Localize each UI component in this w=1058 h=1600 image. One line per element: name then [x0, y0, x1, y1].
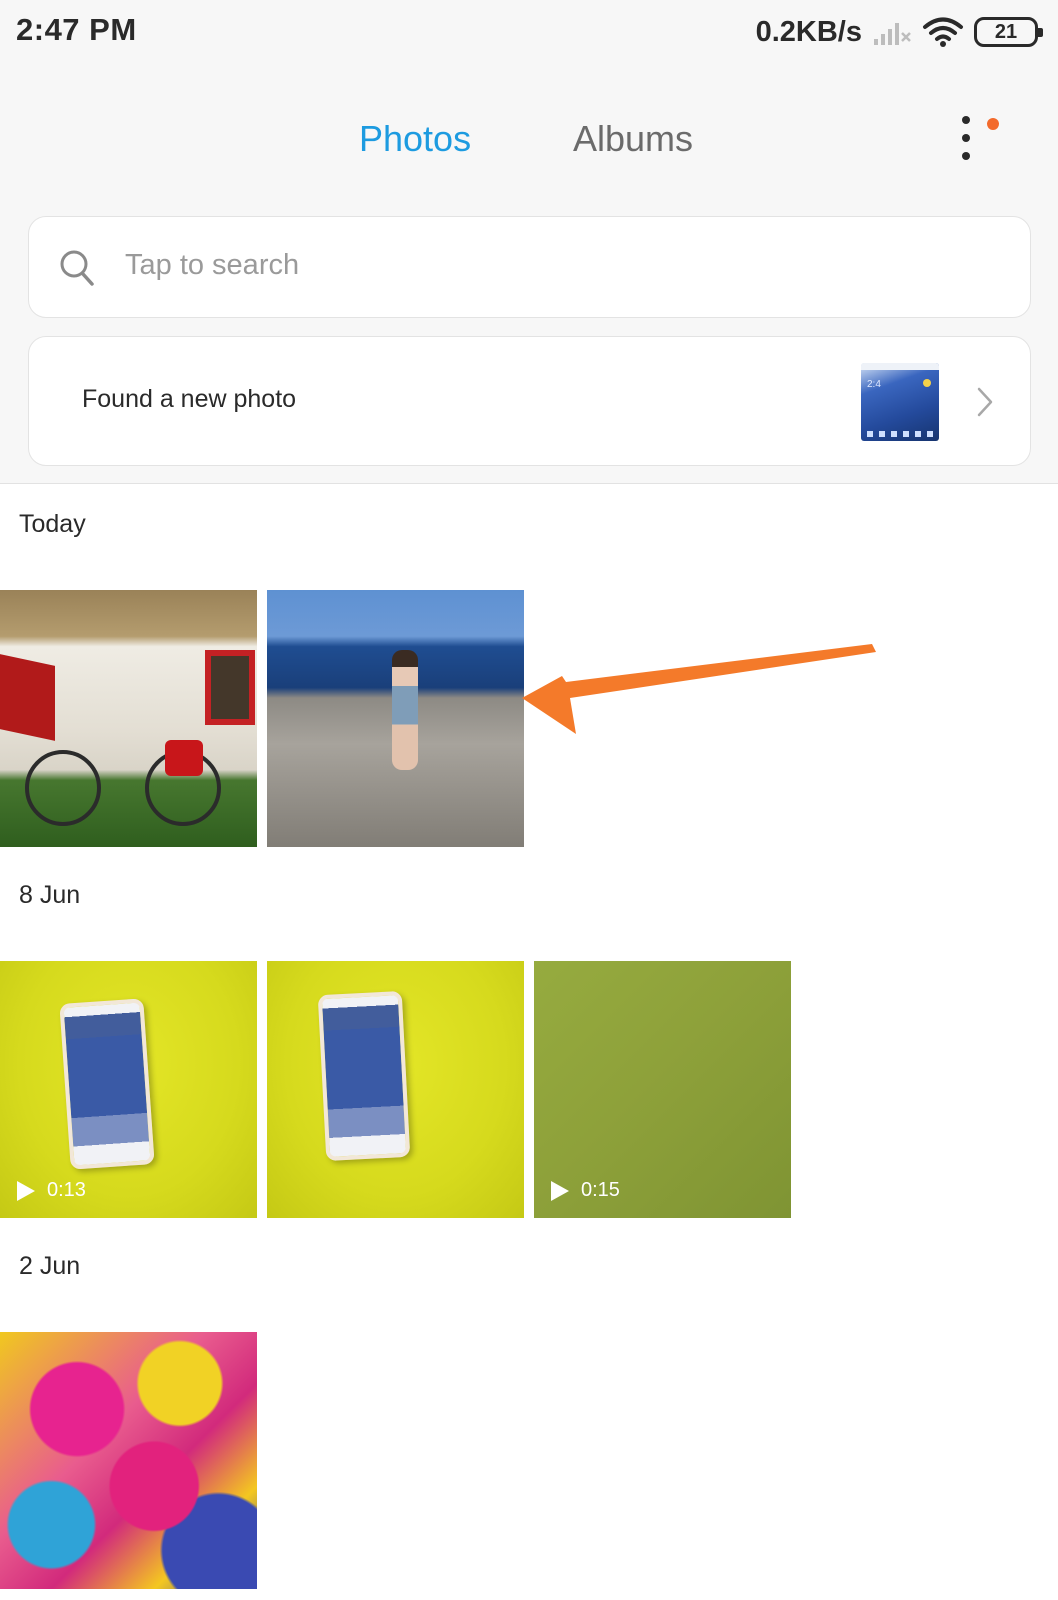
new-photo-label: Found a new photo — [82, 385, 297, 413]
photo-detail — [317, 990, 411, 1162]
tab-albums[interactable]: Albums — [573, 118, 693, 160]
weather-sun-icon — [923, 379, 931, 387]
battery-icon: 21 — [974, 17, 1043, 47]
photo-thumbnail[interactable] — [267, 961, 524, 1218]
more-dot-icon — [962, 152, 970, 160]
wifi-icon — [922, 16, 964, 48]
signal-off-icon — [872, 17, 912, 47]
play-icon — [17, 1180, 35, 1201]
video-thumbnail[interactable]: 0:13 — [0, 961, 257, 1218]
tab-photos[interactable]: Photos — [359, 118, 471, 160]
photo-thumbnail[interactable] — [0, 1332, 257, 1589]
status-time: 2:47 PM — [16, 12, 137, 47]
photo-detail — [392, 650, 418, 770]
header-area: 2:47 PM 0.2KB/s 21 Photos Albums Tap to … — [0, 0, 1058, 484]
section-header-2-jun: 2 Jun — [19, 1252, 81, 1280]
thumbnail-statusbar — [861, 363, 939, 370]
annotation-arrow-icon — [522, 644, 876, 734]
tab-bar: Photos Albums — [0, 110, 1058, 170]
new-photo-card[interactable]: Found a new photo 2:4 — [28, 336, 1031, 466]
photo-thumbnail[interactable] — [0, 590, 257, 847]
video-thumbnail[interactable]: 0:15 — [534, 961, 791, 1218]
chevron-right-icon — [975, 385, 995, 424]
status-bar-right: 0.2KB/s 21 — [755, 12, 1043, 52]
search-input[interactable]: Tap to search — [28, 216, 1031, 318]
more-dot-icon — [962, 116, 970, 124]
photo-detail — [165, 740, 203, 776]
more-dot-icon — [962, 134, 970, 142]
section-header-8-jun: 8 Jun — [19, 881, 81, 909]
section-header-today: Today — [19, 510, 86, 538]
search-icon — [59, 249, 95, 292]
new-photo-thumbnail: 2:4 — [861, 363, 939, 441]
photo-detail — [205, 650, 255, 725]
thumbnail-clock: 2:4 — [867, 379, 881, 390]
play-icon — [551, 1180, 569, 1201]
thumbnail-dock — [867, 431, 933, 437]
photo-detail — [25, 750, 101, 826]
photo-detail — [0, 654, 55, 741]
video-duration: 0:15 — [581, 1179, 620, 1201]
notification-badge — [987, 118, 999, 130]
video-badge: 0:13 — [17, 1179, 86, 1202]
search-placeholder: Tap to search — [125, 249, 300, 281]
video-badge: 0:15 — [551, 1179, 620, 1202]
photo-detail — [59, 998, 155, 1170]
more-options-button[interactable] — [958, 112, 1008, 168]
photo-thumbnail[interactable] — [267, 590, 524, 847]
video-duration: 0:13 — [47, 1179, 86, 1201]
battery-level: 21 — [994, 20, 1018, 43]
network-speed: 0.2KB/s — [755, 15, 862, 48]
